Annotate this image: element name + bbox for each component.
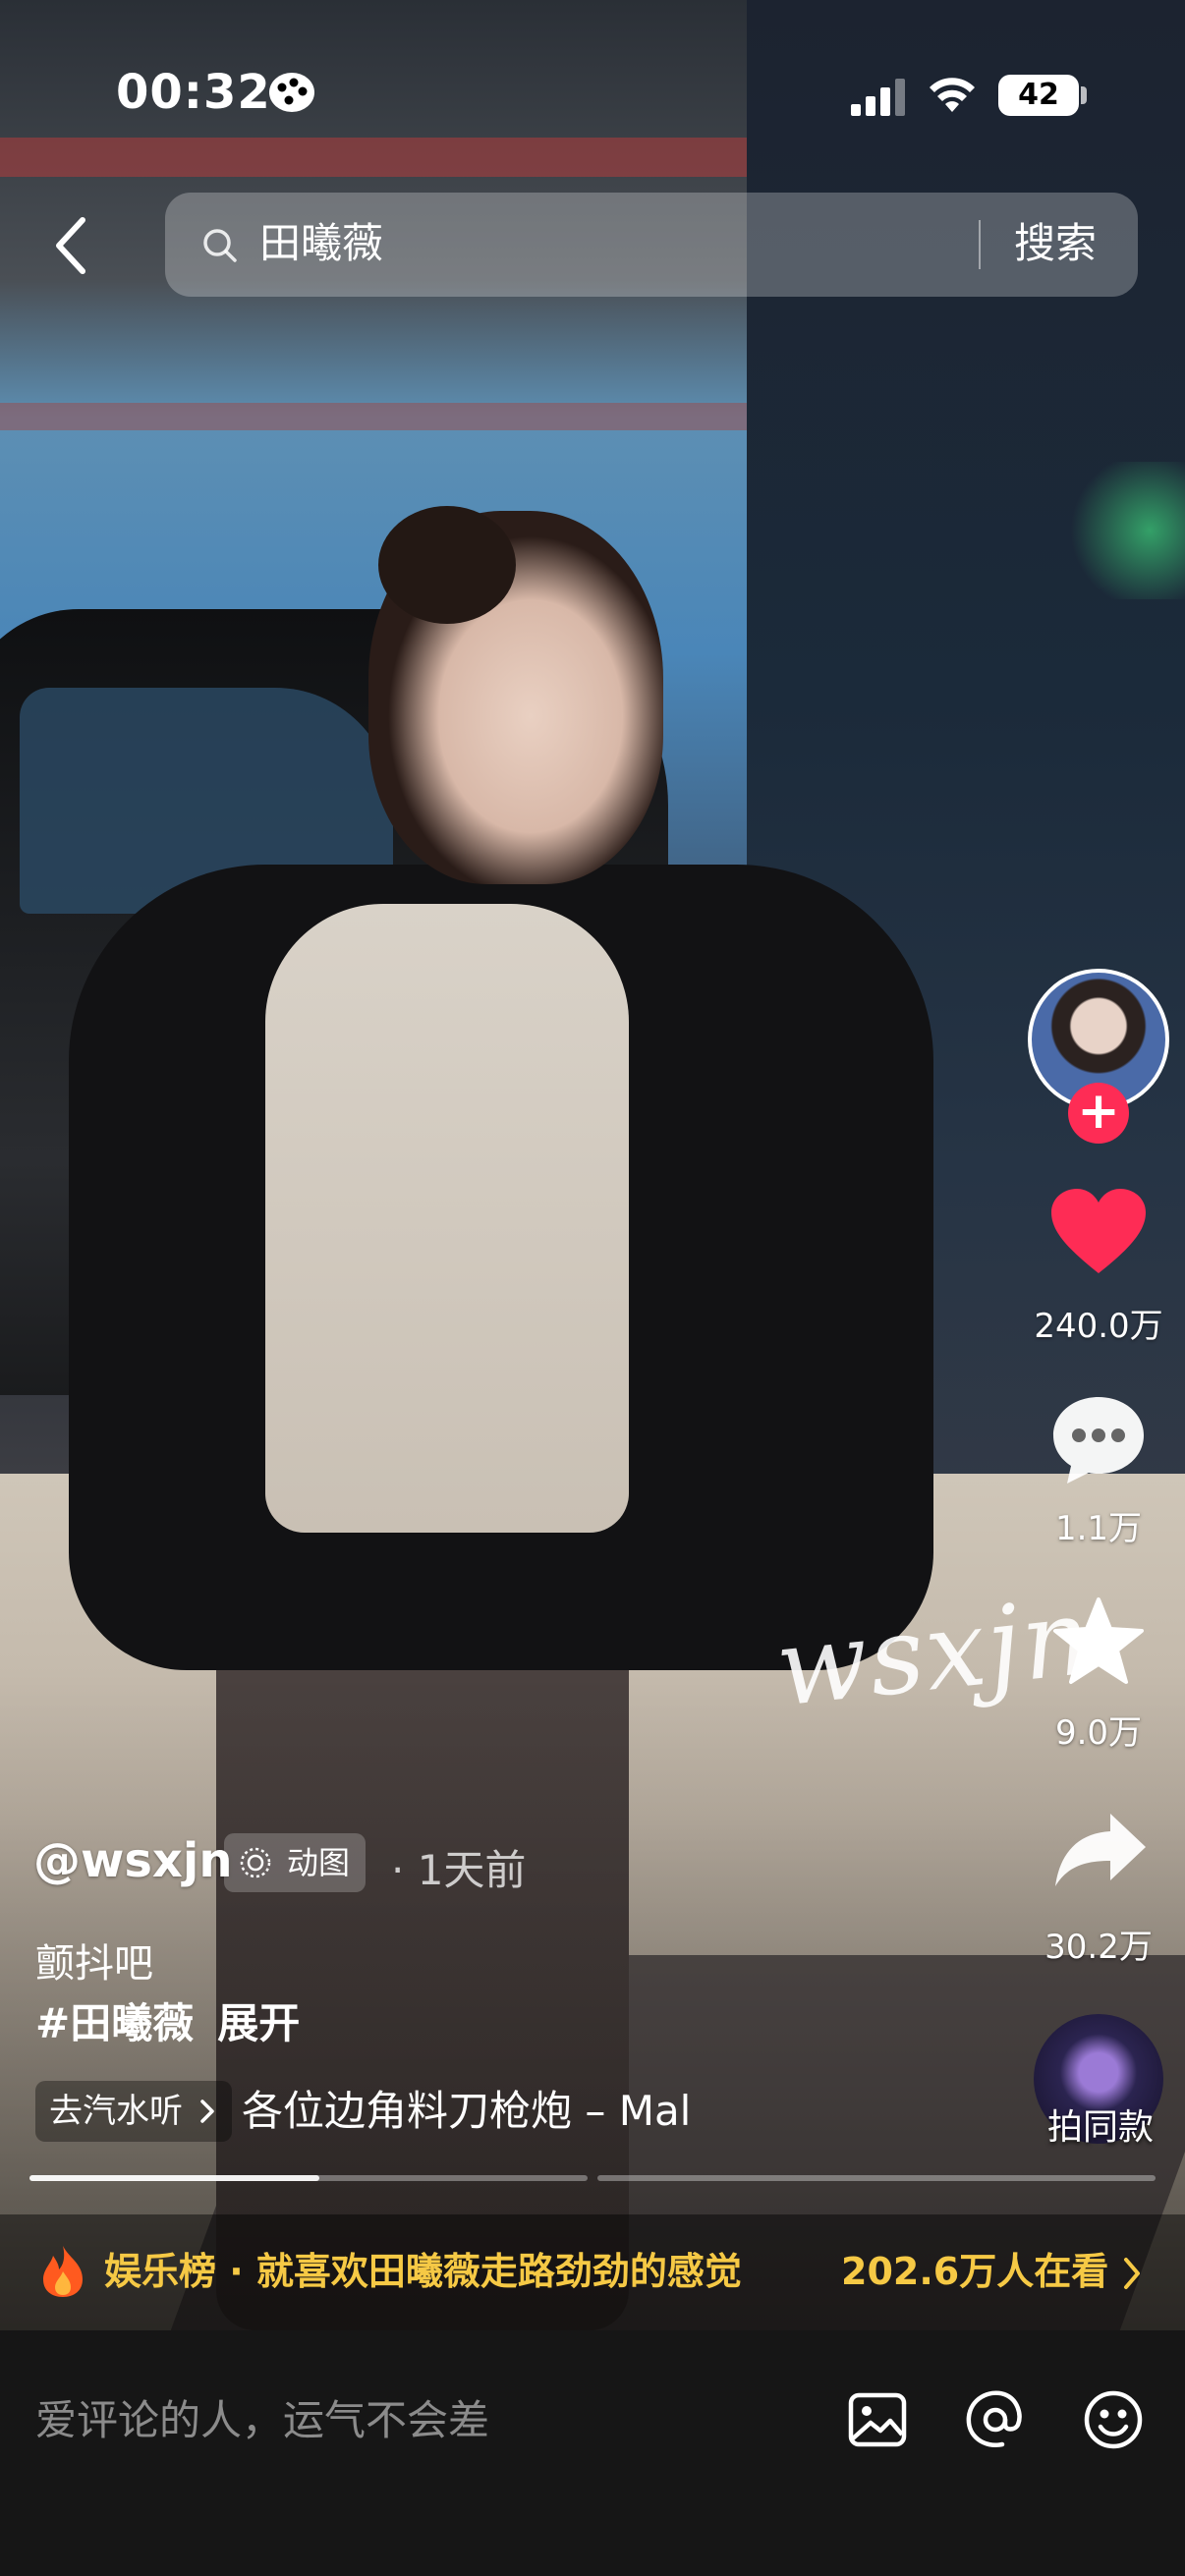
scene-light [1061,462,1185,599]
back-icon[interactable] [43,210,102,281]
share-icon[interactable] [1053,1810,1148,1888]
expand-button[interactable]: 展开 [217,1999,300,2047]
comment-icon[interactable] [1049,1393,1148,1487]
post-time: · 1天前 [391,1846,527,1894]
chevron-right-icon [200,2100,214,2123]
progress-segment-1[interactable] [29,2175,588,2181]
search-button[interactable]: 搜索 [1014,214,1097,273]
author-username[interactable]: @wsxjn [33,1833,233,1888]
wifi-icon [930,78,975,112]
search-divider [979,220,981,269]
comment-count: 1.1万 [1054,1509,1143,1548]
heart-icon[interactable] [1049,1187,1148,1277]
emoji-icon[interactable] [1079,2385,1148,2454]
chevron-right-icon [1124,2258,1140,2289]
progress-fill [29,2175,320,2181]
scene-ceiling-pipe [0,138,747,177]
listen-in-app-chip[interactable]: 去汽水听 [35,2081,232,2142]
video-player[interactable] [0,0,1185,2330]
signal-icon [851,79,905,116]
remix-label[interactable]: 拍同款 [1022,2099,1179,2150]
comment-input[interactable]: 爱评论的人，运气不会差 [35,2391,489,2450]
trending-viewers: 202.6万人在看 [841,2250,1109,2293]
share-count: 30.2万 [1044,1928,1153,1967]
trending-text: 娱乐榜 · 就喜欢田曦薇走路劲劲的感觉 [104,2250,742,2293]
favorite-count: 9.0万 [1054,1713,1143,1753]
caption-line: #田曦薇 展开 [35,1990,300,2050]
caption-text: 颤抖吧 [35,1941,153,1987]
hashtag-link[interactable]: #田曦薇 [35,1999,194,2047]
comment-bar: 爱评论的人，运气不会差 [0,2330,1185,2576]
follow-button[interactable]: + [1068,1083,1129,1144]
listen-chip-label: 去汽水听 [49,2092,183,2131]
status-time: 00:32 [116,65,271,120]
sparkle-ring-icon [240,1847,271,1878]
like-count: 240.0万 [1034,1307,1163,1346]
trending-banner[interactable]: 娱乐榜 · 就喜欢田曦薇走路劲劲的感觉 202.6万人在看 [0,2214,1185,2330]
progress-segment-2[interactable] [597,2175,1156,2181]
scene-person-shirt [265,904,629,1533]
music-title[interactable]: 各位边角料刀枪炮 – Mal [242,2081,717,2142]
badge-label: 动图 [287,1844,351,1881]
battery-nub [1081,86,1087,104]
image-icon[interactable] [843,2385,912,2454]
search-input[interactable]: 田曦薇 [259,216,383,271]
app-notification-icon [269,73,314,112]
at-icon[interactable] [961,2385,1030,2454]
scene-pipe [0,403,747,430]
battery-indicator: 42 [998,75,1079,116]
fire-icon [43,2246,83,2297]
search-icon [203,229,237,262]
search-bar[interactable]: 田曦薇 搜索 [165,193,1138,297]
motion-image-badge: 动图 [224,1833,367,1892]
scene-person-hair [378,506,516,624]
